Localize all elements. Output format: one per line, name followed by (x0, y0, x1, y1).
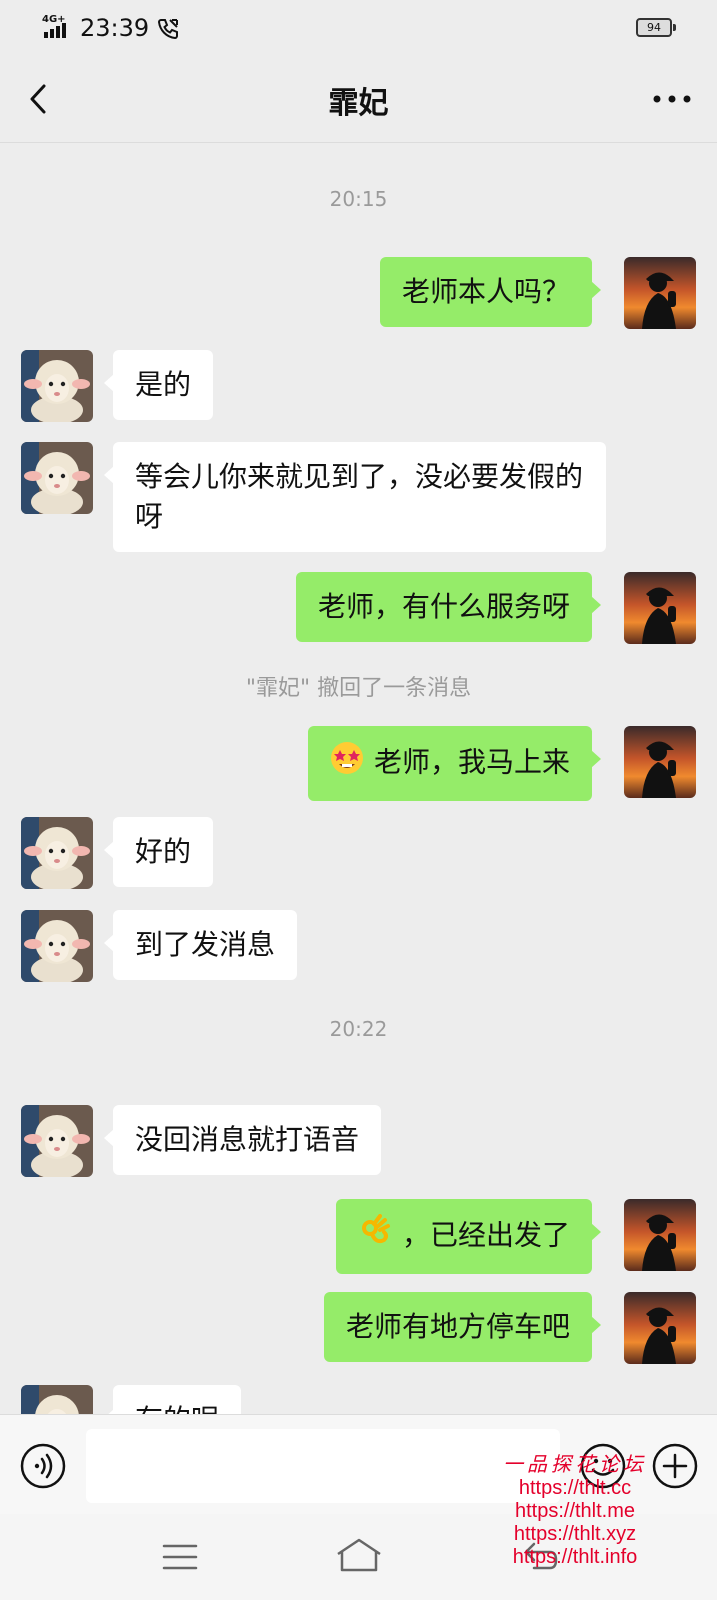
status-time: 23:39 (80, 14, 150, 42)
contact-avatar[interactable] (21, 1105, 93, 1177)
wifi-call-icon (158, 19, 179, 39)
voice-icon (20, 1443, 66, 1489)
watermark-url: https://thlt.me (514, 1500, 636, 1522)
incoming-message[interactable]: 到了发消息 (103, 910, 298, 980)
incoming-message[interactable]: 没回消息就打语音 (103, 1105, 382, 1175)
chat-history[interactable]: 20:15 老师本人吗？ 是的 等会儿你来就见到了，没必要发假的呀 老师，有什么… (0, 142, 717, 1414)
contact-avatar[interactable] (21, 442, 93, 514)
incoming-message[interactable]: 等会儿你来就见到了，没必要发假的呀 (104, 442, 606, 552)
watermark-title: 一品探花论坛 (503, 1452, 647, 1476)
message-text: 好的 (135, 835, 192, 868)
voice-input-button[interactable] (20, 1443, 66, 1489)
message-text: ，已经出发了 (401, 1218, 570, 1252)
outgoing-message[interactable]: 老师，我马上来 (307, 726, 602, 801)
ok-hand-emoji-icon (358, 1214, 392, 1259)
home-icon (337, 1538, 381, 1572)
my-avatar[interactable] (624, 257, 696, 329)
status-bar: 4G+ 23:39 94 (0, 0, 717, 56)
recent-apps-button[interactable] (160, 1542, 200, 1572)
my-avatar[interactable] (624, 1292, 696, 1364)
message-text: 是的 (135, 368, 192, 401)
star-struck-emoji-icon (330, 741, 364, 786)
more-icon (653, 95, 691, 103)
watermark: 一品探花论坛 https://thlt.cc https://thlt.me h… (495, 1448, 655, 1569)
my-avatar[interactable] (624, 1199, 696, 1271)
outgoing-message[interactable]: ，已经出发了 (335, 1199, 602, 1274)
recall-notice: "霏妃" 撤回了一条消息 (245, 676, 472, 701)
outgoing-message[interactable]: 老师有地方停车吧 (323, 1292, 602, 1362)
incoming-message[interactable]: 是的 (103, 350, 214, 420)
contact-avatar[interactable] (21, 1385, 93, 1414)
my-avatar[interactable] (624, 726, 696, 798)
message-text: 老师有地方停车吧 (345, 1310, 570, 1343)
my-avatar[interactable] (624, 572, 696, 644)
contact-avatar[interactable] (21, 910, 93, 982)
plus-icon (652, 1443, 698, 1489)
home-button[interactable] (334, 1536, 384, 1576)
contact-avatar[interactable] (21, 817, 93, 889)
message-text: 等会儿你来就见到了，没必要发假的呀 (135, 460, 584, 533)
chat-title: 霏妃 (328, 86, 389, 121)
timestamp: 20:15 (329, 187, 388, 211)
incoming-message[interactable]: 好的 (103, 817, 214, 887)
battery-indicator: 94 (636, 18, 676, 37)
watermark-url: https://thlt.xyz (513, 1523, 637, 1545)
outgoing-message[interactable]: 老师，有什么服务呀 (295, 572, 602, 642)
watermark-url: https://thlt.cc (518, 1477, 632, 1499)
message-text: 老师本人吗？ (401, 275, 570, 308)
more-actions-button[interactable] (650, 1441, 700, 1491)
outgoing-message[interactable]: 老师本人吗？ (379, 257, 602, 327)
message-text: 到了发消息 (135, 928, 276, 961)
watermark-url: https://thlt.info (512, 1546, 638, 1568)
message-text: 没回消息就打语音 (135, 1123, 360, 1156)
message-text: 老师，我马上来 (373, 745, 570, 779)
more-options-button[interactable] (647, 74, 697, 124)
message-text: 老师，有什么服务呀 (317, 590, 570, 623)
incoming-message[interactable]: 有的呢 (103, 1385, 242, 1414)
message-text: 有的呢 (135, 1403, 219, 1414)
timestamp: 20:22 (329, 1017, 388, 1041)
contact-avatar[interactable] (21, 350, 93, 422)
chat-header: 霏妃 (0, 56, 717, 143)
signal-icon: 4G+ (42, 14, 72, 40)
menu-icon (162, 1544, 198, 1570)
message-text-field[interactable] (86, 1429, 560, 1503)
